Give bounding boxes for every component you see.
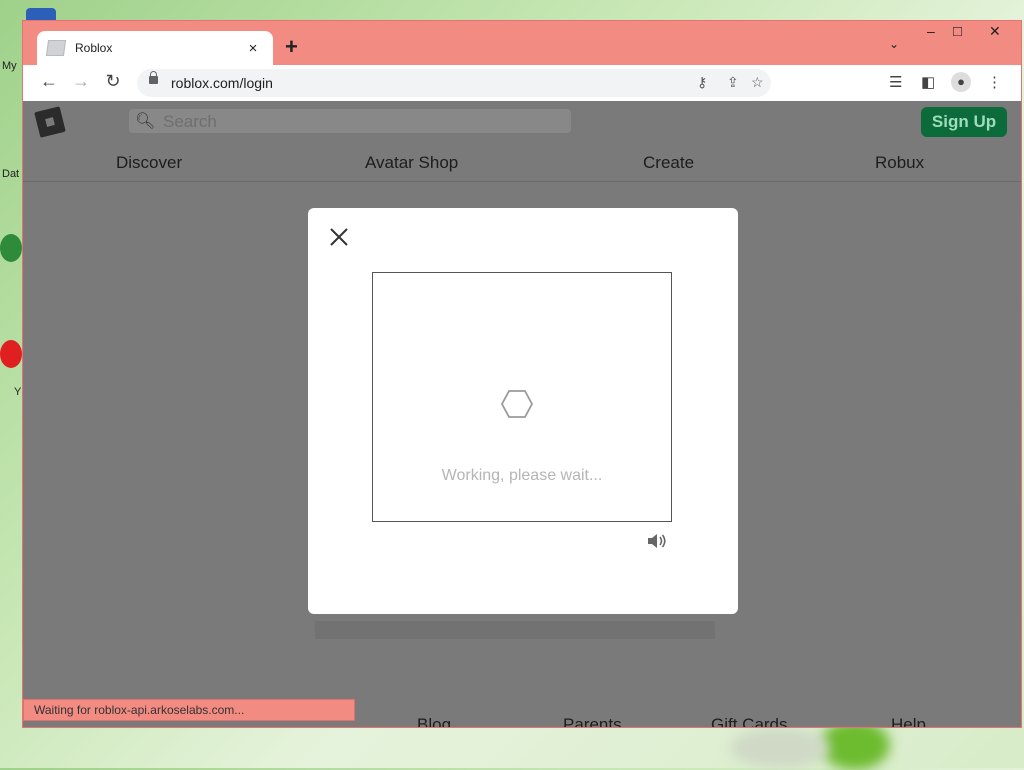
minimize-button[interactable]: –: [927, 23, 935, 39]
tab-search-chevron-icon[interactable]: ⌄: [889, 37, 899, 51]
desktop-icon-red[interactable]: [0, 340, 22, 368]
tab-roblox[interactable]: Roblox ×: [37, 31, 273, 65]
tab-title: Roblox: [75, 41, 113, 55]
lock-icon[interactable]: [149, 71, 158, 84]
desktop-icon-label: Dat: [2, 168, 20, 180]
search-placeholder: Search: [163, 112, 217, 131]
key-icon[interactable]: ⚷: [697, 74, 707, 91]
address-bar[interactable]: roblox.com/login ⚷ ⇪ ☆: [137, 69, 771, 97]
browser-toolbar: ← → ↻ roblox.com/login ⚷ ⇪ ☆ ☰ ◧ ● ⋮: [23, 65, 1021, 101]
share-icon[interactable]: ⇪: [727, 74, 739, 91]
footer-link-parents[interactable]: Parents: [563, 715, 622, 727]
close-window-button[interactable]: ✕: [989, 23, 1001, 40]
sign-up-button[interactable]: Sign Up: [921, 107, 1007, 137]
desktop-icon-label: My: [2, 60, 17, 72]
forward-button[interactable]: →: [69, 71, 93, 92]
audio-challenge-icon[interactable]: [646, 532, 668, 555]
bookmark-star-icon[interactable]: ☆: [751, 74, 764, 91]
profile-avatar-icon[interactable]: ●: [951, 72, 971, 92]
url-text[interactable]: roblox.com/login: [171, 75, 273, 91]
footer-link-blog[interactable]: Blog: [417, 715, 451, 727]
footer-link-help[interactable]: Help: [891, 715, 926, 727]
desktop-icon-label: Y: [14, 386, 22, 398]
side-panel-icon[interactable]: ◧: [921, 73, 935, 91]
roblox-logo-icon[interactable]: [34, 106, 66, 138]
search-input[interactable]: 🔍︎ Search: [129, 109, 571, 133]
new-tab-button[interactable]: +: [285, 34, 298, 60]
tab-close-icon[interactable]: ×: [243, 40, 263, 57]
top-nav: Discover Avatar Shop Create Robux: [23, 149, 1021, 182]
tab-strip: Roblox × + ⌄ – □ ✕: [23, 21, 1021, 65]
loading-hexagon-icon: [500, 389, 534, 424]
dimmed-login-field: [315, 621, 715, 639]
reading-list-icon[interactable]: ☰: [889, 73, 902, 91]
back-button[interactable]: ←: [37, 71, 61, 92]
menu-kebab-icon[interactable]: ⋮: [987, 73, 1002, 91]
nav-link-discover[interactable]: Discover: [116, 153, 182, 173]
close-icon[interactable]: [328, 226, 350, 252]
background-foliage: [730, 728, 830, 768]
status-bubble: Waiting for roblox-api.arkoselabs.com...: [23, 699, 355, 721]
maximize-button[interactable]: □: [953, 23, 962, 40]
captcha-status-text: Working, please wait...: [441, 467, 603, 484]
captcha-modal: Working, please wait...: [308, 208, 738, 614]
desktop-icon-green[interactable]: [0, 234, 22, 262]
nav-link-create[interactable]: Create: [643, 153, 694, 173]
search-icon: 🔍︎: [135, 113, 156, 130]
footer-link-gift-cards[interactable]: Gift Cards: [711, 715, 788, 727]
roblox-favicon-icon: [45, 40, 67, 56]
reload-button[interactable]: ↻: [101, 71, 125, 92]
browser-window: Roblox × + ⌄ – □ ✕ ← → ↻ roblox.com/logi…: [22, 20, 1022, 728]
roblox-page: 🔍︎ Search Sign Up Discover Avatar Shop C…: [23, 101, 1021, 727]
nav-link-robux[interactable]: Robux: [875, 153, 924, 173]
nav-link-avatar-shop[interactable]: Avatar Shop: [365, 153, 458, 173]
captcha-frame[interactable]: Working, please wait...: [372, 272, 672, 522]
